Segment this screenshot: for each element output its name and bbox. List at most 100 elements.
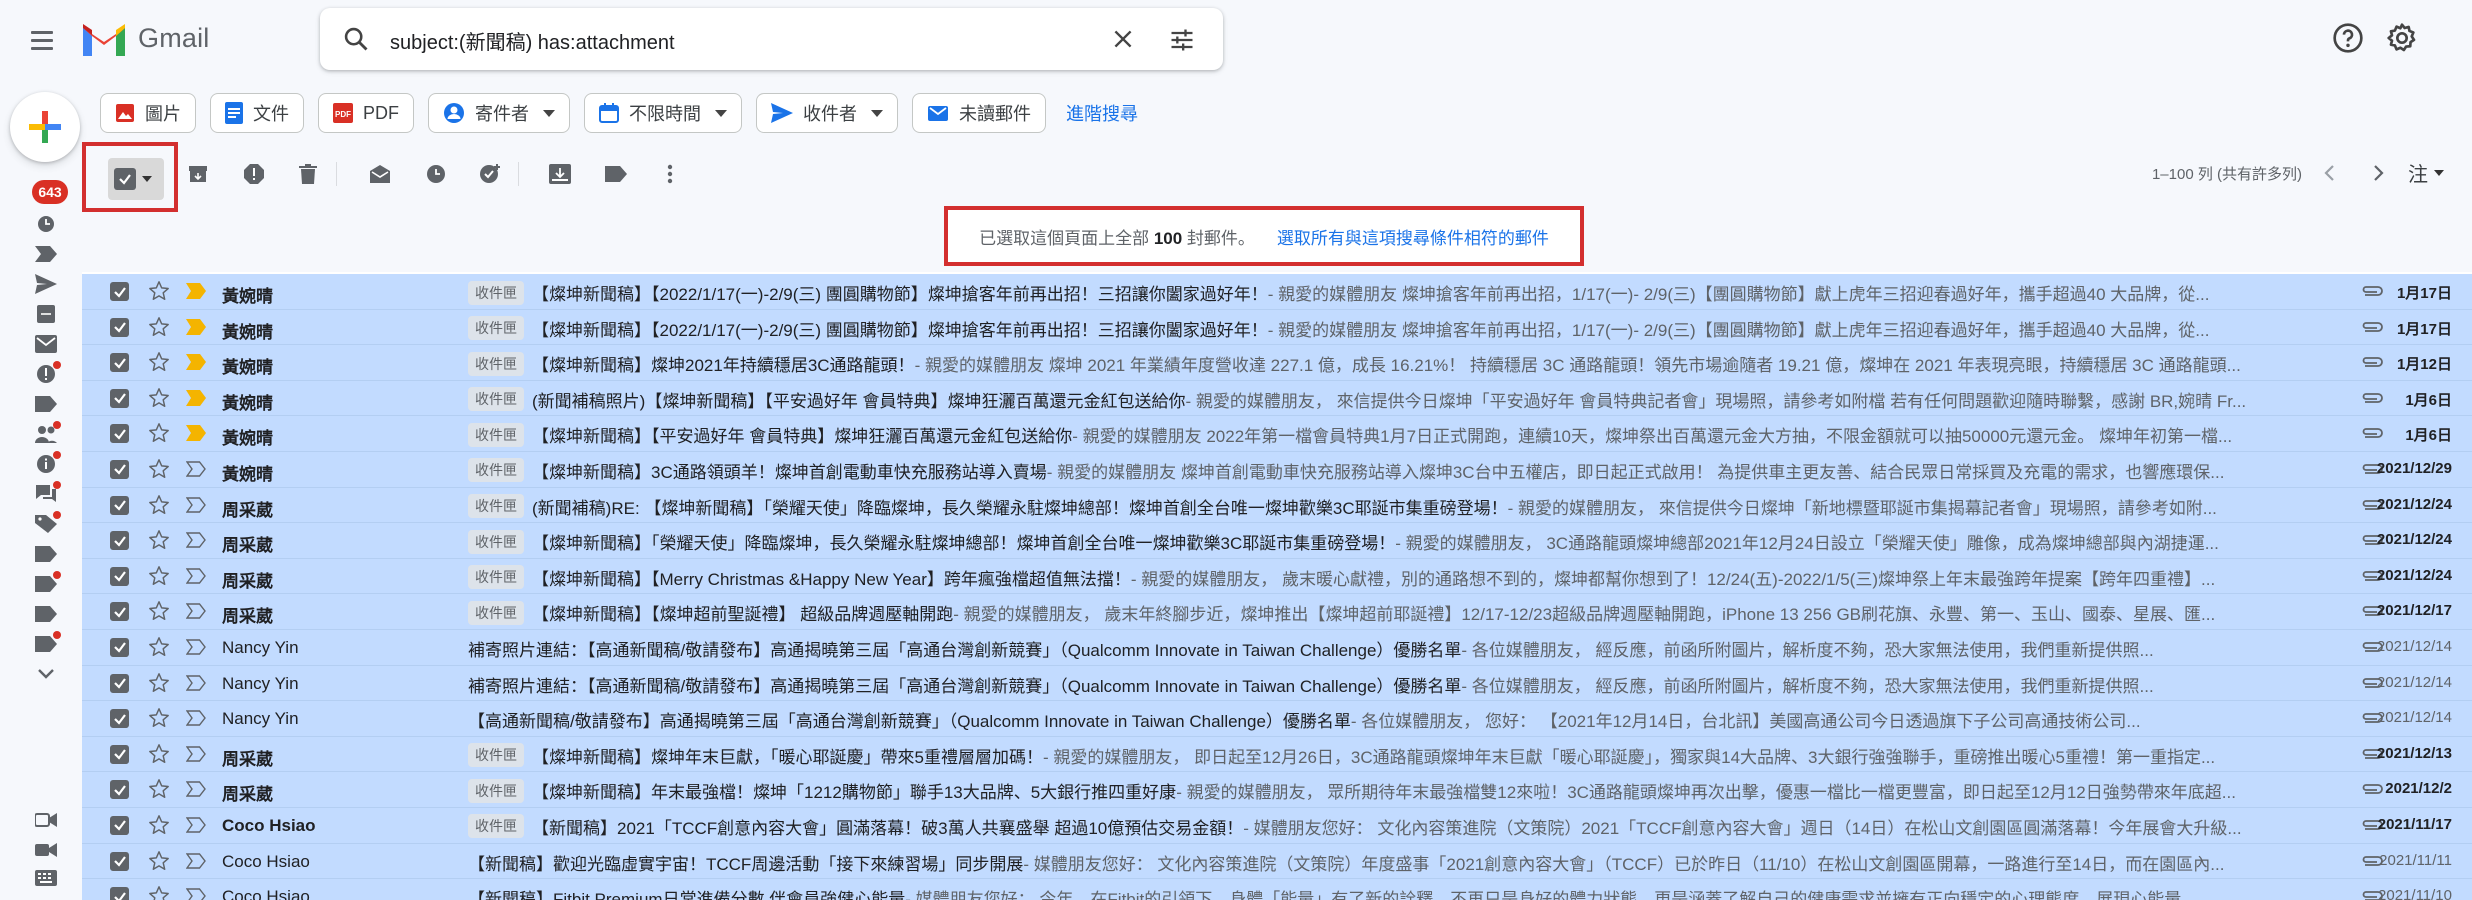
more-options-icon[interactable] [658,162,682,186]
compose-button[interactable] [10,92,80,162]
inbox-label-badge[interactable]: 收件匣 [468,600,524,625]
expand-more-icon[interactable] [35,664,57,684]
keyboard-icon[interactable] [34,868,58,888]
email-row[interactable]: 周采葳 收件匣 【燦坤新聞稿】【燦坤超前聖誕禮】 超級品牌週壓軸開跑 - 親愛的… [82,594,2472,630]
importance-marker-icon[interactable] [185,888,206,900]
email-row[interactable]: 黃婉晴 收件匣 【燦坤新聞稿】【2022/1/17(一)-2/9(三) 團圓購物… [82,309,2472,346]
importance-marker-icon[interactable] [185,746,206,762]
select-all-matching-link[interactable]: 選取所有與這項搜尋條件相符的郵件 [1277,224,1549,249]
importance-marker-icon[interactable] [186,389,206,406]
inbox-label-badge[interactable]: 收件匣 [468,778,524,803]
row-checkbox[interactable] [110,709,129,729]
star-icon[interactable] [148,636,170,658]
search-bar[interactable]: subject:(新聞稿) has:attachment [320,8,1223,70]
star-icon[interactable] [148,458,170,480]
email-row[interactable]: Nancy Yin 【高通新聞稿/敬請發布】高通揭曉第三屆「高通台灣創新競賽」（… [82,701,2472,737]
email-row[interactable]: 周采葳 收件匣 【燦坤新聞稿】【Merry Christmas &Happy N… [82,558,2472,595]
all-mail-icon[interactable] [35,334,57,354]
star-icon[interactable] [148,778,170,800]
snooze-clock-icon[interactable] [424,162,448,186]
importance-marker-icon[interactable] [186,283,206,299]
row-checkbox[interactable] [110,637,129,657]
row-checkbox[interactable] [110,566,129,586]
settings-gear-icon[interactable] [2386,22,2418,54]
importance-marker-icon[interactable] [185,603,206,620]
row-checkbox[interactable] [110,887,129,900]
email-row[interactable]: 周采葳 收件匣 (新聞補稿)RE: 【燦坤新聞稿】「榮耀天使」降臨燦坤，長久榮耀… [82,487,2472,524]
row-checkbox[interactable] [110,851,129,871]
main-menu-icon[interactable] [26,24,58,56]
importance-marker-icon[interactable] [185,674,206,691]
email-row[interactable]: 黃婉晴 收件匣 【燦坤新聞稿】【2022/1/17(一)-2/9(三) 團圓購物… [82,274,2472,310]
chip-to[interactable]: 收件者 [756,93,898,133]
email-row[interactable]: Coco Hsiao 【新聞稿】Fitbit Premium日常進備分數 伴會員… [82,879,2472,900]
star-icon[interactable] [148,600,170,622]
select-all-checkbox[interactable] [108,158,164,200]
important-label-icon[interactable] [35,244,57,264]
row-checkbox[interactable] [110,780,129,800]
email-row[interactable]: 周采葳 收件匣 【燦坤新聞稿】燦坤年末巨獻，「暖心耶誕慶」帶來5重禮層層加碼！ … [82,736,2472,773]
inbox-label-badge[interactable]: 收件匣 [468,494,524,519]
inbox-label-badge[interactable]: 收件匣 [468,422,524,447]
importance-marker-icon[interactable] [185,639,206,655]
search-options-icon[interactable] [1168,26,1196,54]
label-icon-3[interactable] [35,571,61,594]
chip-unread[interactable]: 未讀郵件 [912,93,1046,133]
pagination-range[interactable]: 1–100 列 (共有許多列) [2152,163,2302,184]
star-icon[interactable] [148,707,170,729]
drafts-icon[interactable] [35,304,57,324]
input-tools-selector[interactable]: 注 [2408,158,2444,187]
search-input[interactable]: subject:(新聞稿) has:attachment [390,26,675,55]
clear-search-icon[interactable] [1110,26,1136,52]
star-icon[interactable] [148,814,170,836]
help-icon[interactable] [2332,22,2364,54]
row-checkbox[interactable] [110,424,129,444]
star-icon[interactable] [148,885,170,900]
row-checkbox[interactable] [110,353,129,373]
move-to-icon[interactable] [548,162,572,186]
star-icon[interactable] [148,529,170,551]
importance-marker-icon[interactable] [186,425,206,442]
importance-marker-icon[interactable] [185,710,206,726]
inbox-label-badge[interactable]: 收件匣 [468,387,524,412]
social-icon[interactable] [35,421,61,444]
star-icon[interactable] [148,316,170,338]
email-row[interactable]: Nancy Yin 補寄照片連結：【高通新聞稿/敬請發布】高通揭曉第三屆「高通台… [82,665,2472,702]
add-to-tasks-icon[interactable] [478,162,502,186]
email-row[interactable]: 黃婉晴 收件匣 【燦坤新聞稿】3C通路領頭羊！燦坤首創電動車快充服務站導入賣場 … [82,451,2472,488]
meet-video-filled-icon[interactable] [34,840,58,860]
search-icon[interactable] [342,25,370,53]
star-icon[interactable] [148,850,170,872]
row-checkbox[interactable] [110,602,129,622]
importance-marker-icon[interactable] [185,496,206,513]
star-icon[interactable] [148,743,170,765]
importance-marker-icon[interactable] [185,817,206,833]
star-icon[interactable] [148,494,170,516]
email-row[interactable]: 周采葳 收件匣 【燦坤新聞稿】年末最強檔！燦坤「1212購物節」聯手13大品牌、… [82,772,2472,808]
inbox-label-badge[interactable]: 收件匣 [468,814,524,839]
star-icon[interactable] [148,280,170,302]
mark-as-read-icon[interactable] [368,162,392,186]
email-row[interactable]: 黃婉晴 收件匣 【燦坤新聞稿】【平安過好年 會員特典】燦坤狂灑百萬還元金紅包送給… [82,416,2472,452]
inbox-label-badge[interactable]: 收件匣 [468,458,524,483]
star-icon[interactable] [148,351,170,373]
promotions-icon[interactable] [35,511,61,534]
email-row[interactable]: Coco Hsiao 收件匣 【新聞稿】2021「TCCF創意內容大會」圓滿落幕… [82,807,2472,844]
importance-marker-icon[interactable] [185,568,206,584]
label-icon[interactable] [35,394,57,414]
importance-marker-icon[interactable] [185,852,206,869]
email-row[interactable]: 周采葳 收件匣 【燦坤新聞稿】「榮耀天使」降臨燦坤，長久榮耀永駐燦坤總部！燦坤首… [82,523,2472,559]
chip-images[interactable]: 圖片 [100,93,196,133]
inbox-unread-badge[interactable]: 643 [32,180,68,204]
row-checkbox[interactable] [110,317,129,337]
email-row[interactable]: 黃婉晴 收件匣 【燦坤新聞稿】燦坤2021年持續穩居3C通路龍頭！ - 親愛的媒… [82,345,2472,381]
importance-marker-icon[interactable] [185,781,206,798]
chip-from[interactable]: 寄件者 [428,93,570,133]
email-row[interactable]: Coco Hsiao 【新聞稿】歡迎光臨虛實宇宙！TCCF周邊活動「接下來練習場… [82,843,2472,880]
label-icon-2[interactable] [35,544,57,564]
inbox-label-badge[interactable]: 收件匣 [468,351,524,376]
inbox-label-badge[interactable]: 收件匣 [468,529,524,554]
email-row[interactable]: 黃婉晴 收件匣 (新聞補稿照片)【燦坤新聞稿】【平安過好年 會員特典】燦坤狂灑百… [82,380,2472,417]
inbox-label-badge[interactable]: 收件匣 [468,280,524,305]
advanced-search-link[interactable]: 進階搜尋 [1066,100,1138,126]
